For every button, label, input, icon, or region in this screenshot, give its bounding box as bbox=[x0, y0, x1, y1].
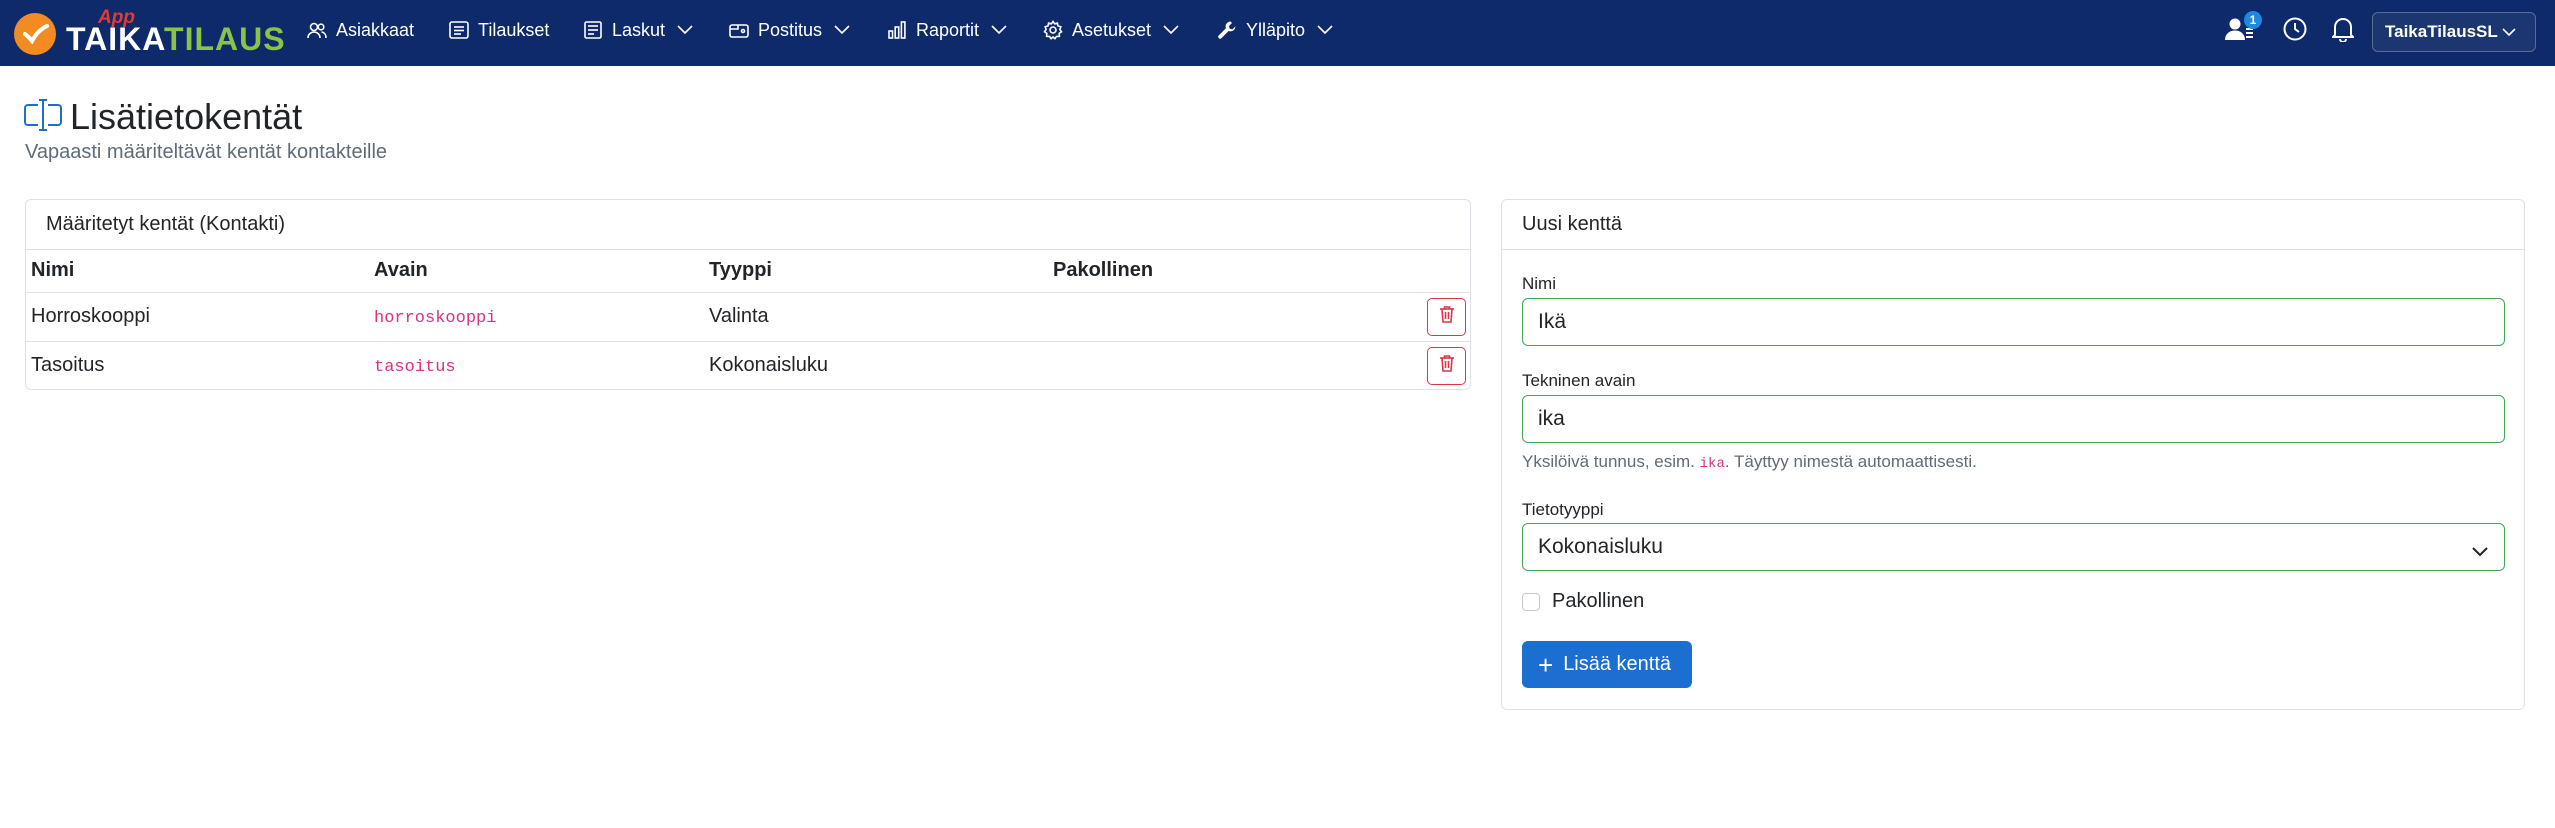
logo-text-part2: TILAUS bbox=[164, 21, 286, 57]
page-subtitle: Vapaasti määriteltävät kentät kontakteil… bbox=[25, 141, 388, 163]
help-prefix: Yksilöivä tunnus, esim. bbox=[1522, 452, 1695, 471]
plus-icon: + bbox=[1538, 649, 1554, 680]
required-row[interactable]: Pakollinen bbox=[1522, 590, 1644, 613]
chart-icon bbox=[886, 19, 908, 41]
defined-fields-header: Määritetyt kentät (Kontakti) bbox=[26, 200, 1470, 250]
required-label: Pakollinen bbox=[1552, 590, 1645, 612]
column-header-actions bbox=[1388, 250, 1470, 293]
bell-icon bbox=[2330, 16, 2356, 47]
nav-laskut-label: Laskut bbox=[612, 19, 666, 40]
nav-asetukset[interactable]: Asetukset bbox=[1042, 0, 1179, 60]
defined-fields-card: Määritetyt kentät (Kontakti) Nimi Avain … bbox=[25, 199, 1471, 390]
nav-postitus-label: Postitus bbox=[758, 19, 823, 40]
help-suffix: . Täyttyy nimestä automaattisesti. bbox=[1724, 452, 1977, 471]
cell-key-code: horroskooppi bbox=[374, 309, 497, 328]
notification-badge: 1 bbox=[2244, 10, 2262, 29]
logo-text: TAIKATILAUS bbox=[66, 21, 286, 58]
chevron-down-icon bbox=[834, 25, 850, 35]
cell-required bbox=[1048, 292, 1388, 342]
users-icon bbox=[306, 19, 328, 41]
cell-key: horroskooppi bbox=[369, 292, 704, 342]
mail-icon bbox=[728, 19, 750, 41]
key-label: Tekninen avain bbox=[1522, 371, 1636, 390]
wrench-icon bbox=[1216, 19, 1238, 41]
nav-laskut[interactable]: Laskut bbox=[582, 0, 693, 60]
add-field-button[interactable]: + Lisää kenttä bbox=[1522, 641, 1692, 688]
chevron-down-icon bbox=[2472, 539, 2488, 563]
user-menu-label: TaikaTilausSL bbox=[2385, 22, 2498, 41]
column-header-key: Avain bbox=[369, 250, 704, 293]
nav-postitus[interactable]: Postitus bbox=[728, 0, 850, 60]
nav-asetukset-label: Asetukset bbox=[1072, 19, 1152, 40]
nav-raportit[interactable]: Raportit bbox=[886, 0, 1007, 60]
chevron-down-icon bbox=[1163, 25, 1179, 35]
key-help-text: Yksilöivä tunnus, esim. ika. Täyttyy nim… bbox=[1522, 452, 1977, 472]
column-header-required: Pakollinen bbox=[1048, 250, 1388, 293]
logo-check-icon bbox=[14, 13, 56, 55]
brand-logo[interactable]: App TAIKATILAUS bbox=[14, 7, 286, 59]
help-code: ika bbox=[1699, 456, 1725, 472]
name-label: Nimi bbox=[1522, 274, 1556, 293]
nav-raportit-label: Raportit bbox=[916, 19, 980, 40]
column-header-type: Tyyppi bbox=[704, 250, 1048, 293]
type-label: Tietotyyppi bbox=[1522, 500, 1604, 519]
user-requests-button[interactable]: 1 bbox=[2224, 0, 2262, 62]
delete-button[interactable] bbox=[1427, 346, 1466, 385]
nav-asiakkaat[interactable]: Asiakkaat bbox=[306, 0, 414, 60]
nav-yllapito-label: Ylläpito bbox=[1246, 19, 1306, 40]
user-add-icon bbox=[2224, 18, 2254, 45]
new-field-header: Uusi kenttä bbox=[1502, 200, 2524, 250]
nav-tilaukset-label: Tilaukset bbox=[478, 19, 550, 40]
user-menu-button[interactable]: TaikaTilausSL bbox=[2372, 12, 2536, 52]
cell-key-code: tasoitus bbox=[374, 358, 456, 378]
cell-name: Horroskooppi bbox=[26, 292, 369, 342]
trash-icon bbox=[1439, 354, 1455, 378]
gear-icon bbox=[1042, 19, 1064, 41]
trash-icon bbox=[1439, 305, 1455, 329]
type-select-value: Kokonaisluku bbox=[1538, 535, 1663, 558]
table-header-row: Nimi Avain Tyyppi Pakollinen bbox=[26, 250, 1470, 293]
history-button[interactable] bbox=[2282, 0, 2308, 62]
table-row: Horroskooppi horroskooppi Valinta bbox=[26, 292, 1470, 342]
cell-type: Valinta bbox=[704, 292, 1048, 342]
nav-tilaukset[interactable]: Tilaukset bbox=[448, 0, 549, 60]
fields-table: Nimi Avain Tyyppi Pakollinen Horroskoopp… bbox=[26, 250, 1470, 389]
column-header-name: Nimi bbox=[26, 250, 369, 293]
input-cursor-icon bbox=[24, 98, 62, 137]
nav-yllapito[interactable]: Ylläpito bbox=[1216, 0, 1333, 60]
list-icon bbox=[448, 19, 470, 41]
cell-type: Kokonaisluku bbox=[709, 354, 828, 377]
nav-asiakkaat-label: Asiakkaat bbox=[336, 19, 415, 40]
key-input[interactable]: ika bbox=[1522, 395, 2505, 443]
logo-text-part1: TAIKA bbox=[66, 21, 165, 57]
page-title: Lisätietokentät bbox=[70, 96, 303, 137]
cell-name: Tasoitus bbox=[31, 354, 105, 377]
clock-icon bbox=[2282, 16, 2308, 47]
cell-actions bbox=[1388, 292, 1470, 342]
type-select[interactable]: Kokonaisluku bbox=[1522, 523, 2505, 571]
delete-button[interactable] bbox=[1427, 297, 1466, 336]
add-field-label: Lisää kenttä bbox=[1563, 653, 1672, 675]
chevron-down-icon bbox=[991, 25, 1007, 35]
notifications-button[interactable] bbox=[2330, 0, 2356, 62]
top-navbar: App TAIKATILAUS Asiakkaat Tilaukset Lask… bbox=[0, 0, 2555, 66]
chevron-down-icon bbox=[2502, 27, 2516, 37]
name-input[interactable]: Ikä bbox=[1522, 298, 2505, 346]
chevron-down-icon bbox=[1317, 25, 1333, 35]
required-checkbox[interactable] bbox=[1522, 592, 1540, 611]
new-field-card: Uusi kenttä Nimi Ikä Tekninen avain ika … bbox=[1501, 199, 2525, 710]
cell-key: tasoitus bbox=[369, 341, 704, 389]
cell-required bbox=[1048, 341, 1388, 389]
chevron-down-icon bbox=[677, 25, 693, 35]
cell-actions bbox=[1388, 341, 1470, 389]
invoice-icon bbox=[582, 19, 604, 41]
table-row: Tasoitus tasoitus Kokonaisluku bbox=[26, 341, 1470, 389]
